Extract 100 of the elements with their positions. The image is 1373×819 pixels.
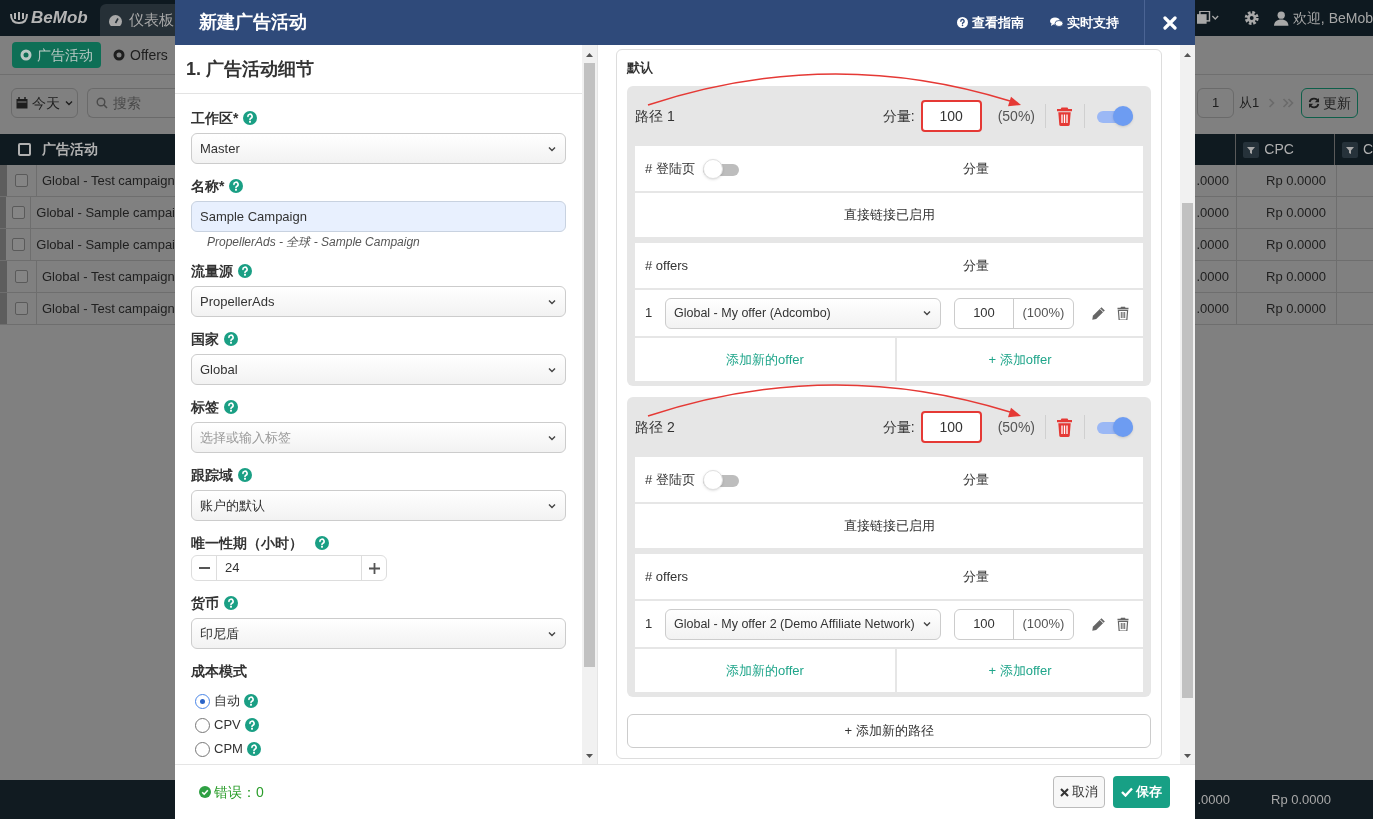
column-label: 分量 xyxy=(963,470,989,489)
weight-input[interactable]: 100 xyxy=(920,411,982,443)
weight-input[interactable]: 100 xyxy=(955,609,1014,639)
toggle-switch[interactable] xyxy=(1097,106,1133,126)
column-header[interactable]: C xyxy=(1362,139,1373,160)
pencil-icon[interactable] xyxy=(1091,616,1106,632)
windows-icon[interactable] xyxy=(1197,11,1221,25)
weight-share: (50%) xyxy=(997,417,1035,437)
help-icon[interactable] xyxy=(224,400,238,414)
select-field[interactable]: Master xyxy=(191,133,566,164)
trash-icon[interactable] xyxy=(1056,417,1073,437)
text-input[interactable]: Sample Campaign xyxy=(191,201,566,232)
table-cell-text: .0000 xyxy=(1196,171,1229,190)
page-input[interactable]: 1 xyxy=(1197,88,1234,118)
row-handle[interactable] xyxy=(0,229,6,260)
column-label: # offers xyxy=(645,256,690,275)
toggle-switch[interactable] xyxy=(1097,417,1133,437)
add-path-button[interactable]: + 添加新的路径 xyxy=(627,714,1151,748)
settings-icon[interactable] xyxy=(1244,10,1260,26)
select-field[interactable]: Global - My offer (Adcombo) xyxy=(665,297,941,329)
trash-icon[interactable] xyxy=(1056,106,1073,126)
direct-link-note: 直接链接已启用 xyxy=(842,517,936,536)
weight-input[interactable]: 100 xyxy=(920,100,982,132)
field-label: 工作区* xyxy=(191,108,239,128)
pencil-icon[interactable] xyxy=(1091,305,1106,321)
scrollbar[interactable] xyxy=(582,45,597,764)
up-arrow-icon[interactable] xyxy=(1184,53,1191,57)
column-header[interactable]: CPC xyxy=(1264,139,1294,160)
name-preview: PropellerAds - 全球 - Sample Campaign xyxy=(206,234,421,249)
search-icon xyxy=(96,97,108,109)
column-label: 分量 xyxy=(963,256,989,275)
help-icon[interactable] xyxy=(243,111,258,125)
trash-icon[interactable] xyxy=(1117,617,1129,631)
filter-icon[interactable] xyxy=(1341,141,1358,158)
header-link[interactable]: 实时支持 xyxy=(1050,12,1119,33)
down-arrow-icon[interactable] xyxy=(586,754,593,758)
checkbox[interactable] xyxy=(15,174,28,187)
help-icon[interactable] xyxy=(224,596,238,610)
checkbox[interactable] xyxy=(15,270,28,283)
table-cell-text: Global - Test campaign xyxy=(42,267,175,286)
table-cell-text: .0000 xyxy=(1196,267,1229,286)
row-handle[interactable] xyxy=(0,293,7,324)
header-link[interactable]: 查看指南 xyxy=(957,12,1024,33)
row-handle[interactable] xyxy=(0,197,6,228)
cancel-button[interactable]: 取消 xyxy=(1053,776,1105,808)
select-field[interactable]: Global xyxy=(191,354,566,385)
up-arrow-icon[interactable] xyxy=(586,53,593,57)
nav-tab[interactable]: 仪表板 xyxy=(100,4,175,36)
target-icon xyxy=(20,49,32,61)
help-icon[interactable] xyxy=(238,468,252,482)
minus-icon xyxy=(198,567,210,569)
direct-link-note: 直接链接已启用 xyxy=(842,206,936,225)
weight-input[interactable]: 100 xyxy=(955,298,1014,328)
chevron-down-icon xyxy=(63,98,74,108)
trash-icon[interactable] xyxy=(1117,306,1129,320)
help-icon[interactable] xyxy=(244,694,258,708)
scrollbar[interactable] xyxy=(1180,45,1195,764)
help-icon[interactable] xyxy=(315,536,329,550)
table-cell-text: Rp 0.0000 xyxy=(1266,267,1326,286)
help-icon[interactable] xyxy=(224,332,238,346)
checkbox[interactable] xyxy=(18,143,31,156)
row-handle[interactable] xyxy=(0,261,7,292)
total-cell-text: Rp 0.0000 xyxy=(1271,790,1331,809)
scroll-thumb[interactable] xyxy=(584,63,595,667)
toggle-switch[interactable] xyxy=(702,158,739,179)
checkbox[interactable] xyxy=(11,238,25,251)
help-icon[interactable] xyxy=(229,179,244,193)
column-label: # 登陆页 xyxy=(645,470,695,489)
toolbar-tab[interactable]: 广告活动 xyxy=(12,42,101,68)
date-dropdown[interactable]: 今天 xyxy=(11,88,78,118)
path-name: 路径 2 xyxy=(635,417,675,437)
toolbar-tab[interactable]: Offers xyxy=(111,42,170,68)
user-icon[interactable] xyxy=(1274,10,1289,26)
field-label: 名称* xyxy=(191,176,225,196)
down-arrow-icon[interactable] xyxy=(1184,754,1191,758)
weight-label: 分量: xyxy=(882,106,915,126)
select-field[interactable]: 印尼盾 xyxy=(191,618,566,649)
coin-icon xyxy=(113,49,125,61)
toggle-switch[interactable] xyxy=(702,469,739,490)
row-handle[interactable] xyxy=(0,165,7,196)
select-field[interactable]: 账户的默认 xyxy=(191,490,566,521)
radio-label: CPV xyxy=(214,716,241,735)
select-field[interactable]: PropellerAds xyxy=(191,286,566,317)
field-label: 国家 xyxy=(191,329,219,349)
refresh-button[interactable]: 更新 xyxy=(1301,88,1358,118)
plus-icon xyxy=(368,562,380,574)
help-icon[interactable] xyxy=(246,742,261,756)
scroll-thumb[interactable] xyxy=(1182,203,1193,698)
checkbox[interactable] xyxy=(11,206,25,219)
field-label: 跟踪域 xyxy=(191,465,233,485)
checkbox[interactable] xyxy=(15,302,28,315)
filter-icon[interactable] xyxy=(1243,141,1260,158)
table-cell-text: .0000 xyxy=(1196,203,1229,222)
select-field[interactable]: Global - My offer 2 (Demo Affiliate Network) xyxy=(665,608,941,640)
help-icon[interactable] xyxy=(244,718,259,732)
column-header[interactable]: 广告活动 xyxy=(42,139,98,160)
help-icon[interactable] xyxy=(238,264,252,278)
user-name[interactable]: 欢迎, BeMob xyxy=(1292,7,1373,29)
column-label: 分量 xyxy=(963,159,989,178)
radio-label: 自动 xyxy=(214,692,240,711)
